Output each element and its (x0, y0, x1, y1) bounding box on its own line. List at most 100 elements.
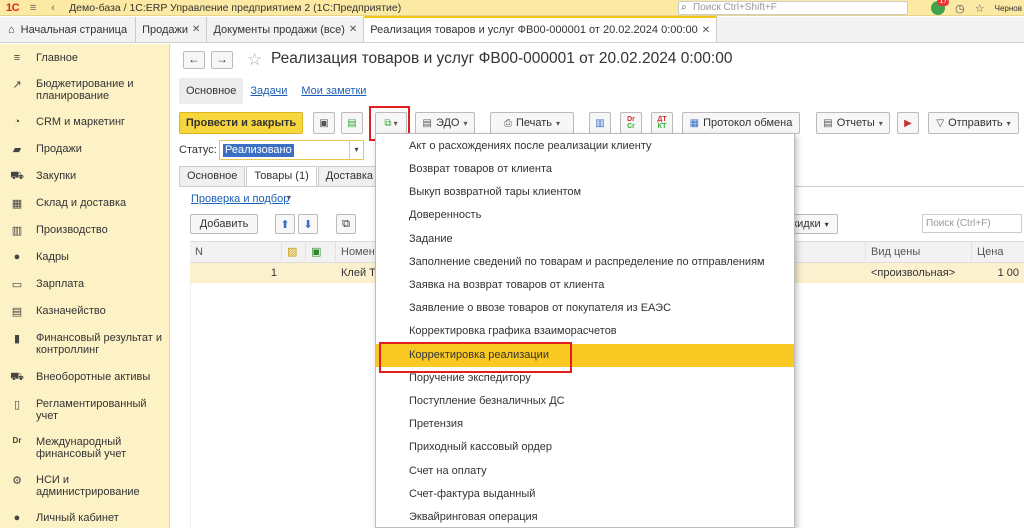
dr-cr-icon: Dr (12, 436, 22, 445)
document-tabs: Основное Товары (1) Доставка (179, 166, 382, 186)
chevron-down-icon: ▾ (824, 219, 829, 229)
menu-item[interactable]: Корректировка графика взаиморасчетов (376, 320, 794, 343)
menu-item[interactable]: Счет-фактура выданный (376, 483, 794, 506)
history-icon[interactable]: ◷ (955, 2, 965, 15)
sidebar-item-regulated-accounting[interactable]: ▯ Регламентированный учет (0, 398, 169, 422)
tab-home[interactable]: ⌂ Начальная страница (0, 17, 137, 42)
menu-item[interactable]: Приходный кассовый ордер (376, 436, 794, 459)
column-header-mark[interactable]: ▣ (306, 242, 336, 263)
column-header-n[interactable]: N (190, 242, 282, 263)
chevron-down-icon[interactable]: ▾ (349, 141, 363, 159)
home-icon: ⌂ (8, 23, 15, 36)
sidebar-item-fixed-assets[interactable]: ⛟ Внеоборотные активы (0, 371, 156, 385)
exchange-log-button[interactable]: ▦ Протокол обмена (682, 112, 800, 134)
printer-icon: ⎙ (503, 117, 512, 129)
forward-button[interactable]: → (211, 51, 233, 69)
dt-kt-button[interactable]: ДТ КТ (651, 112, 673, 134)
mark-icon: ▣ (311, 246, 322, 258)
menu-item[interactable]: Акт о расхождениях после реализации клие… (376, 135, 794, 158)
sidebar-item-budgeting[interactable]: ↗ Бюджетирование и планирование (0, 78, 169, 102)
subtab-main[interactable]: Основное (179, 78, 244, 104)
menu-icon[interactable]: ≡ (27, 2, 39, 14)
status-select[interactable]: Реализовано ▾ (219, 140, 364, 160)
back-button[interactable]: ← (183, 51, 205, 69)
dr-cr-button[interactable]: Dr Cr (620, 112, 642, 134)
structure-button[interactable]: ▥ (589, 112, 611, 134)
menu-item[interactable]: Эквайринговая операция (376, 506, 794, 528)
reports-button[interactable]: ▤ Отчеты ▾ (816, 112, 890, 134)
create-based-on-menu: Акт о расхождениях после реализации клие… (375, 133, 795, 528)
close-icon[interactable]: ✕ (702, 25, 710, 36)
actions-button[interactable]: ▶ (897, 112, 919, 134)
sidebar-item-treasury[interactable]: ▤ Казначейство (0, 305, 112, 318)
menu-item[interactable]: Выкуп возвратной тары клиентом (376, 181, 794, 204)
menu-item[interactable]: Заявление о ввозе товаров от покупателя … (376, 297, 794, 320)
column-header-flag[interactable]: ▨ (282, 242, 306, 263)
tab-goods[interactable]: Товары (1) (246, 166, 317, 186)
tab-delivery[interactable]: Доставка (317, 166, 381, 186)
global-search-input[interactable]: ⌕ Поиск Ctrl+Shift+F (678, 1, 908, 15)
copy-row-button[interactable]: ⧉ (336, 214, 356, 234)
tab-sales-invoice[interactable]: Реализация товаров и услуг ФВ00-000001 о… (364, 16, 718, 42)
tab-main[interactable]: Основное (179, 166, 246, 186)
sidebar-item-warehouse[interactable]: ▦ Склад и доставка (0, 197, 132, 210)
print-button[interactable]: ⎙ Печать ▾ (490, 112, 574, 134)
menu-lines-icon: ≡ (13, 52, 21, 64)
sidebar-item-crm[interactable]: ◔ CRM и маркетинг (0, 116, 131, 128)
notifications-badge: 17 (937, 0, 950, 6)
menu-item[interactable]: Возврат товаров от клиента (376, 158, 794, 181)
window-tabs-bar: ⌂ Начальная страница Продажи ✕ Документы… (0, 16, 1024, 43)
add-row-button[interactable]: Добавить (190, 214, 258, 234)
column-header-price[interactable]: Цена (972, 242, 1024, 263)
menu-item[interactable]: Задание (376, 228, 794, 251)
menu-item[interactable]: Заполнение сведений по товарам и распред… (376, 251, 794, 274)
status-label: Статус: (179, 144, 217, 156)
menu-item[interactable]: Счет на оплату (376, 460, 794, 483)
user-name[interactable]: Чернов (995, 4, 1022, 13)
move-down-button[interactable]: ⬇ (298, 214, 318, 234)
tab-sales-documents[interactable]: Документы продажи (все) ✕ (207, 17, 365, 42)
menu-item[interactable]: Поступление безналичных ДС (376, 390, 794, 413)
column-header-price-type[interactable]: Вид цены (866, 242, 972, 263)
subtab-tasks[interactable]: Задачи (243, 78, 294, 104)
sidebar-item-main[interactable]: ≡ Главное (0, 52, 84, 64)
previous-icon[interactable]: ‹ (47, 2, 59, 14)
notifications-icon[interactable]: 17 (931, 0, 950, 15)
save-button[interactable]: ▣ (313, 112, 335, 134)
sidebar-item-admin[interactable]: ⚙ НСИ и администрирование (0, 474, 169, 498)
app-title: Демо-база / 1С:ERP Управление предприяти… (69, 1, 402, 14)
menu-item[interactable]: Претензия (376, 413, 794, 436)
sidebar-item-purchases[interactable]: ⛟ Закупки (0, 170, 82, 184)
sidebar-item-sales[interactable]: ▰ Продажи (0, 143, 88, 156)
sidebar-item-financial-result[interactable]: ▮ Финансовый результат и контроллинг (0, 332, 169, 356)
favorite-star-icon[interactable]: ☆ (247, 50, 262, 70)
edo-button[interactable]: ▤ ЭДО ▾ (415, 112, 475, 134)
close-icon[interactable]: ✕ (192, 24, 200, 35)
post-button[interactable]: ▤ (341, 112, 363, 134)
chevron-down-icon: ▾ (1006, 118, 1011, 128)
close-icon[interactable]: ✕ (349, 24, 357, 35)
page-title: Реализация товаров и услуг ФВ00-000001 о… (271, 50, 733, 67)
sidebar-item-payroll[interactable]: ▭ Зарплата (0, 278, 90, 291)
document-icon: ▯ (13, 399, 21, 411)
menu-item[interactable]: Доверенность (376, 204, 794, 227)
favorites-icon[interactable]: ☆ (975, 2, 985, 15)
pie-icon: ◔ (13, 116, 21, 128)
truck-icon: ⛟ (10, 371, 24, 383)
post-and-close-button[interactable]: Провести и закрыть (179, 112, 303, 134)
table-search-input[interactable]: Поиск (Ctrl+F) (922, 214, 1022, 233)
sidebar-item-account[interactable]: ● Личный кабинет (0, 512, 125, 524)
sidebar-item-hr[interactable]: ● Кадры (0, 251, 75, 263)
send-button[interactable]: ▽ Отправить ▾ (928, 112, 1019, 134)
subtab-notes[interactable]: Мои заметки (294, 78, 373, 104)
move-up-button[interactable]: ⬆ (275, 214, 295, 234)
title-bar: 1С ≡ ‹ Демо-база / 1С:ERP Управление пре… (0, 0, 1024, 16)
play-icon: ▶ (904, 117, 912, 129)
status-value: Реализовано (223, 144, 294, 157)
sidebar-item-production[interactable]: ▥ Производство (0, 224, 114, 237)
sidebar-item-ifrs[interactable]: Dr Международный финансовый учет (0, 436, 169, 460)
menu-item[interactable]: Заявка на возврат товаров от клиента (376, 274, 794, 297)
tab-sales[interactable]: Продажи ✕ (136, 17, 208, 42)
check-and-select-link[interactable]: Проверка и подбор (191, 193, 289, 205)
send-icon: ▽ (936, 117, 945, 129)
